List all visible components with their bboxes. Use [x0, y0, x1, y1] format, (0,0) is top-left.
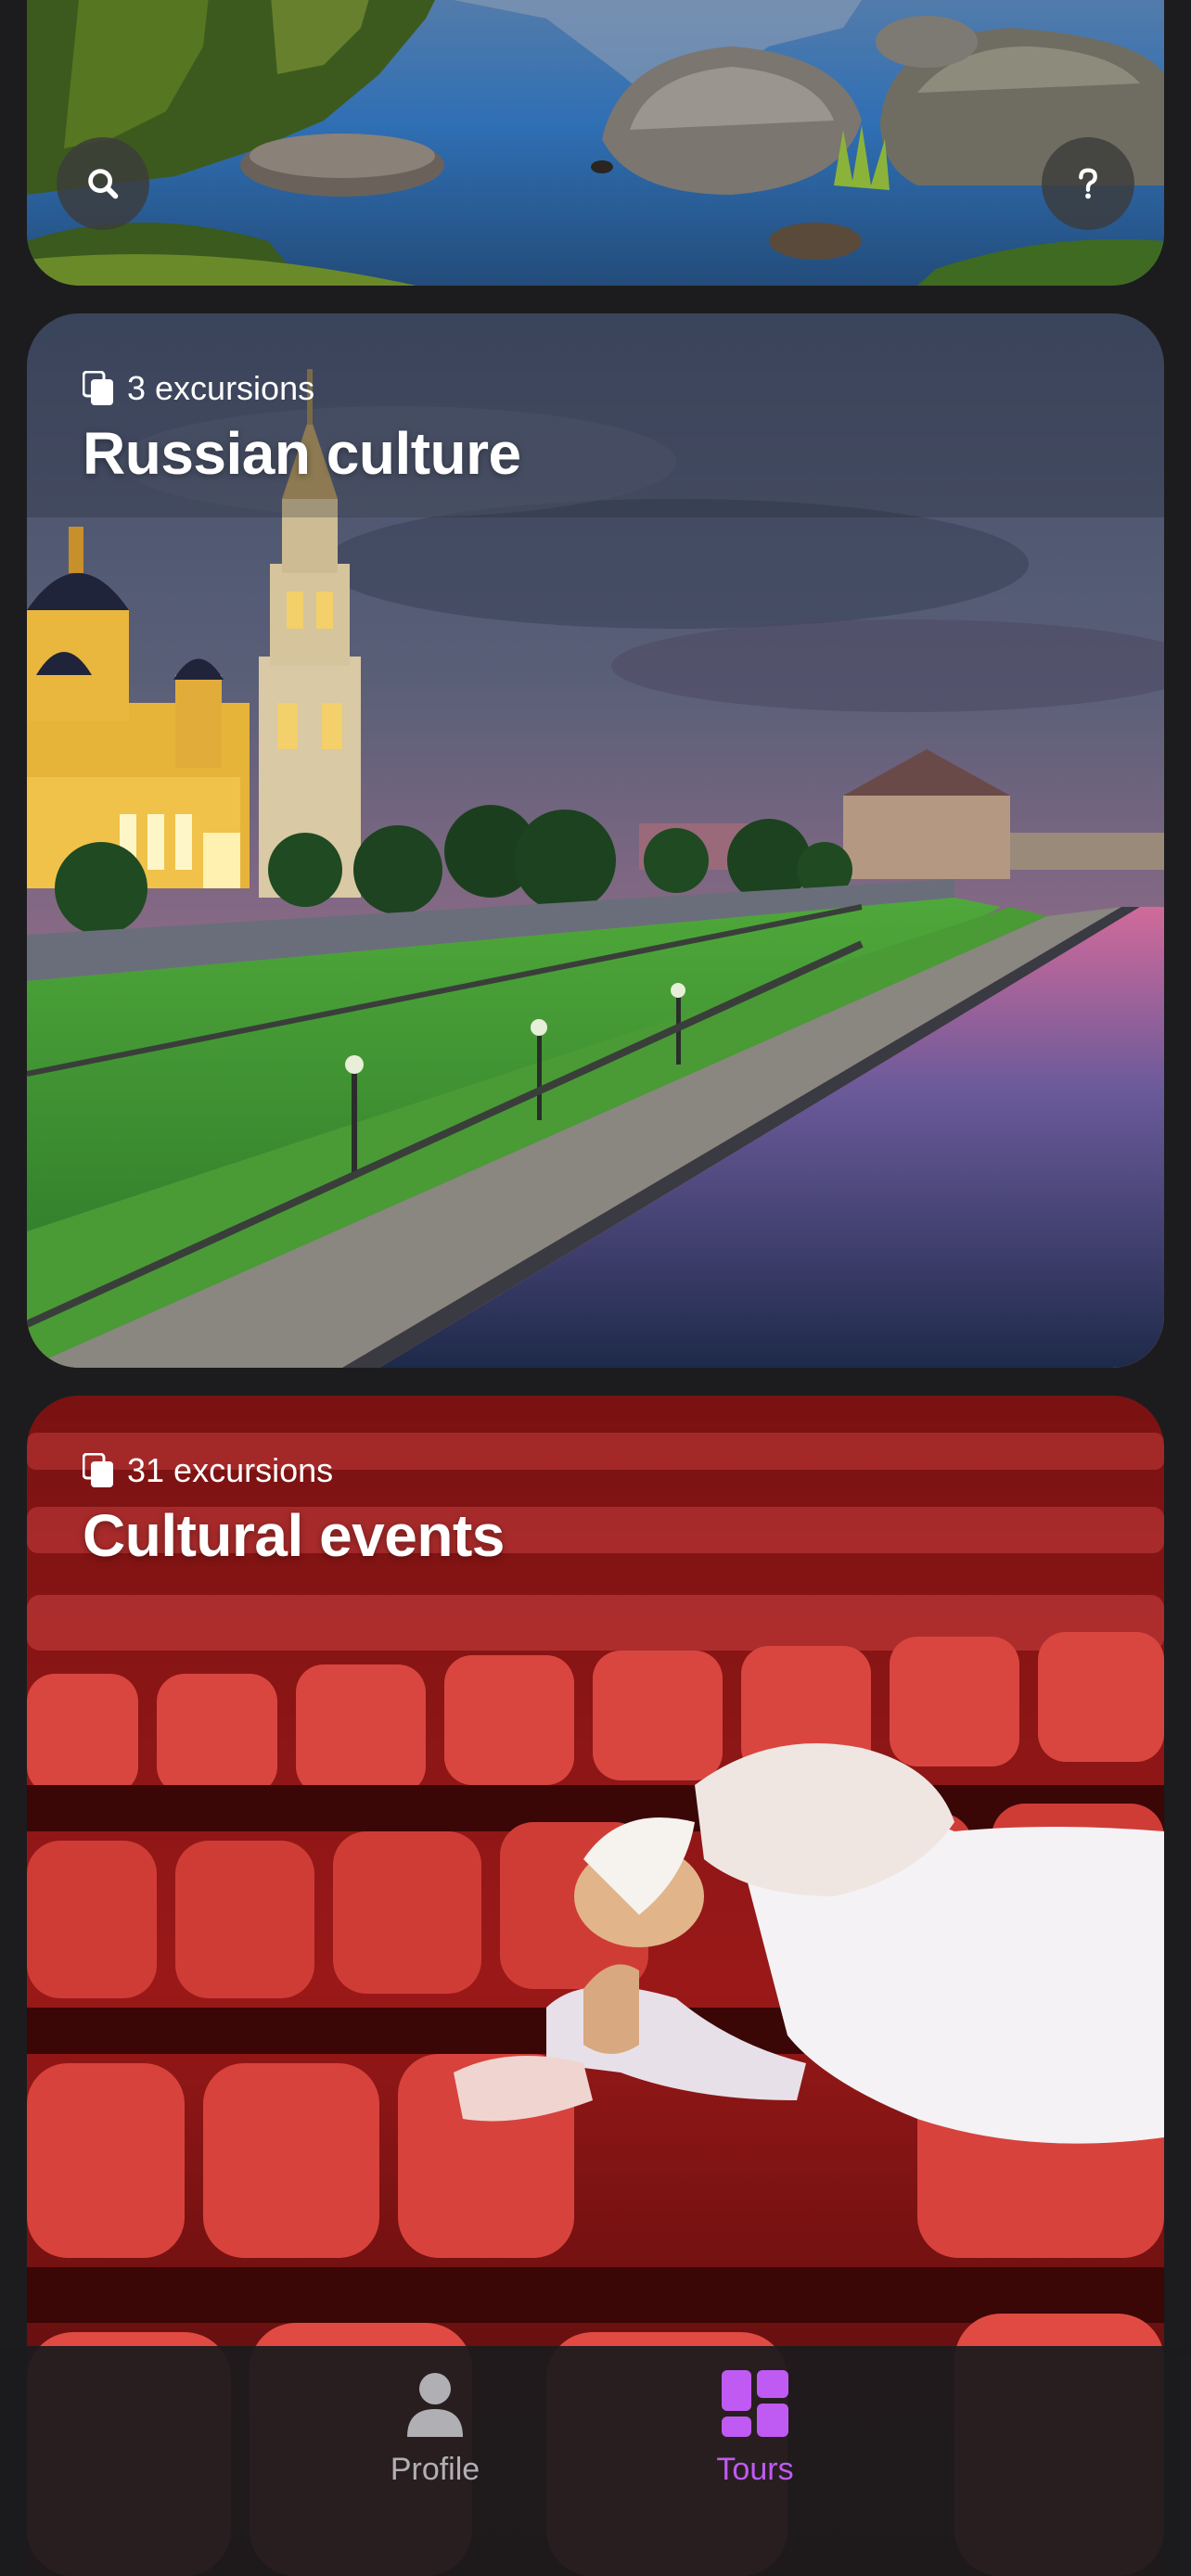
screen: 3 excursions Russian culture 31 excursio…	[0, 0, 1191, 2576]
lake-image	[27, 0, 1164, 286]
tab-profile-label: Profile	[390, 2452, 480, 2487]
grid-icon	[720, 2368, 790, 2439]
question-mark-icon	[1079, 168, 1097, 199]
tab-tours-label: Tours	[716, 2452, 794, 2487]
stack-icon	[83, 1453, 114, 1488]
tab-profile[interactable]: Profile	[324, 2368, 546, 2535]
excursion-count: 31 excursions	[83, 1451, 333, 1490]
tour-card-russian-culture[interactable]: 3 excursions Russian culture	[27, 313, 1164, 1368]
stack-icon	[83, 371, 114, 406]
excursion-count-label: 3 excursions	[127, 369, 315, 407]
tab-tours[interactable]: Tours	[644, 2368, 866, 2535]
search-icon	[88, 169, 119, 199]
help-button[interactable]	[1042, 137, 1134, 230]
person-icon	[400, 2368, 470, 2439]
card-lake[interactable]	[27, 0, 1164, 286]
search-button[interactable]	[57, 137, 149, 230]
excursion-count-label: 31 excursions	[127, 1451, 334, 1489]
card-title: Cultural events	[83, 1502, 505, 1569]
tab-bar: Profile Tours	[0, 2346, 1191, 2576]
card-title: Russian culture	[83, 420, 521, 487]
excursion-count: 3 excursions	[83, 369, 314, 408]
